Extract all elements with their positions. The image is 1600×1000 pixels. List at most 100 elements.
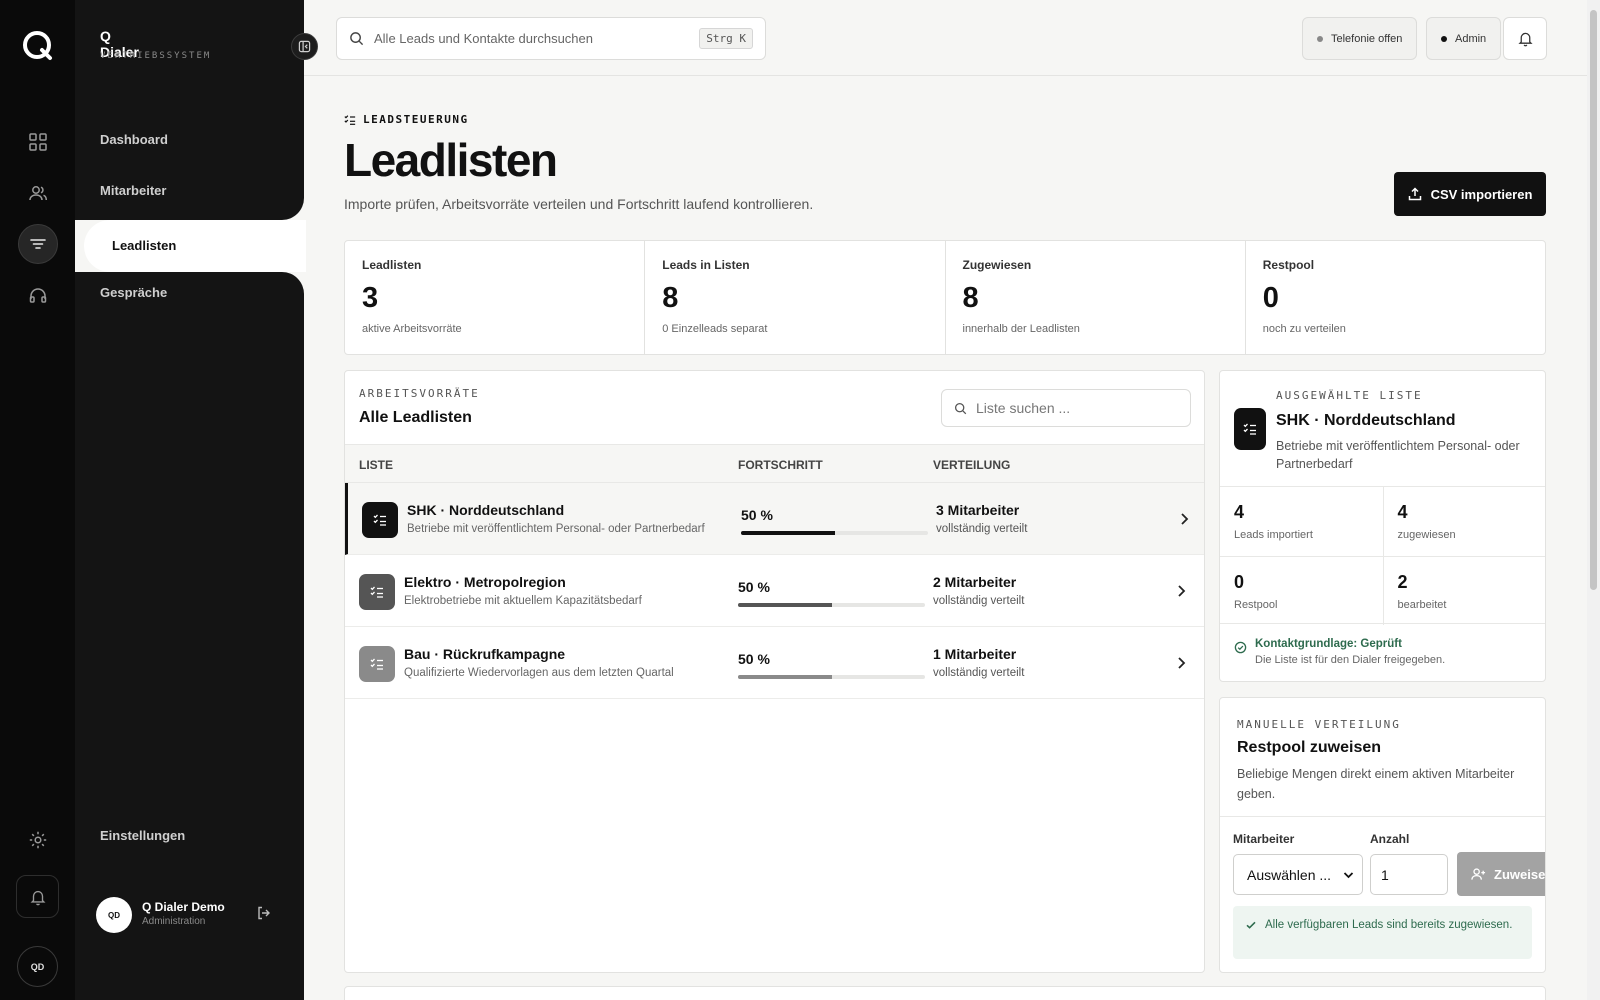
manual-title: Restpool zuweisen — [1237, 739, 1382, 756]
stat-value: 8 — [962, 282, 979, 314]
list-desc: Qualifizierte Wiedervorlagen aus dem let… — [404, 667, 674, 679]
csv-import-button[interactable]: CSV importieren — [1394, 172, 1546, 216]
gear-icon[interactable] — [18, 820, 58, 860]
kpi-label: Restpool — [1234, 599, 1278, 611]
user-name: Q Dialer Demo — [142, 900, 225, 914]
shortcut-badge: Strg K — [699, 28, 753, 49]
chevron-down-icon — [1343, 871, 1354, 879]
table-header: LISTE FORTSCHRITT VERTEILUNG — [345, 444, 1204, 483]
stat-leadlisten: Leadlisten 3 aktive Arbeitsvorräte — [345, 241, 646, 354]
search-icon — [954, 402, 967, 415]
distribution-count: 2 Mitarbeiter — [933, 574, 1017, 590]
info-text: Alle verfügbaren Leads sind bereits zuge… — [1265, 919, 1513, 931]
stat-label: Zugewiesen — [962, 258, 1032, 272]
notifications-button[interactable] — [1503, 17, 1547, 60]
sidebar-item-einstellungen[interactable]: Einstellungen — [100, 828, 185, 843]
stat-leads-in-listen: Leads in Listen 8 0 Einzelleads separat — [645, 241, 946, 354]
telephony-label: Telefonie offen — [1331, 32, 1403, 45]
distribution-count: 1 Mitarbeiter — [933, 646, 1017, 662]
progress-label: 50 % — [741, 507, 773, 523]
list-search-placeholder: Liste suchen ... — [976, 400, 1071, 416]
list-icon — [362, 502, 398, 538]
panel-title: Alle Leadlisten — [359, 409, 472, 426]
sidebar-item-dashboard[interactable]: Dashboard — [100, 132, 168, 147]
kpi-label: Leads importiert — [1234, 529, 1313, 541]
distribution-status: vollständig verteilt — [936, 523, 1028, 535]
telephony-status[interactable]: Telefonie offen — [1302, 17, 1418, 60]
sidebar-item-label: Leadlisten — [112, 238, 177, 253]
count-label: Anzahl — [1370, 832, 1410, 846]
nav-panel-lower — [75, 272, 304, 1000]
list-desc: Elektrobetriebe mit aktuellem Kapazitäts… — [404, 595, 642, 607]
stat-sub: innerhalb der Leadlisten — [962, 323, 1080, 335]
user-plus-icon — [1471, 867, 1486, 881]
stat-value: 8 — [662, 282, 679, 314]
col-liste: LISTE — [359, 458, 394, 472]
stat-label: Leads in Listen — [662, 258, 750, 272]
progress-bar — [738, 603, 925, 607]
kpi-bearbeitet: 2 bearbeitet — [1382, 556, 1545, 625]
kpi-value: 4 — [1397, 502, 1408, 522]
list-desc: Betriebe mit veröffentlichtem Personal- … — [407, 523, 705, 535]
table-row[interactable]: Bau · Rückrufkampagne Qualifizierte Wied… — [345, 627, 1204, 699]
selected-kpis: 4 Leads importiert 4 zugewiesen 0 Restpool … — [1220, 486, 1546, 625]
kpi-value: 2 — [1397, 572, 1408, 592]
selected-eyebrow: AUSGEWÄHLTE LISTE — [1276, 389, 1423, 402]
bell-rail-icon[interactable] — [16, 875, 59, 918]
scrollbar-thumb[interactable] — [1590, 10, 1597, 590]
bell-icon — [1517, 30, 1534, 47]
stats-bar: Leadlisten 3 aktive Arbeitsvorräte Leads… — [344, 240, 1546, 355]
chevron-right-icon[interactable] — [1178, 512, 1190, 526]
role-dot-icon — [1441, 35, 1447, 42]
distribution-status: vollständig verteilt — [933, 595, 1025, 607]
check-title: Kontaktgrundlage: Geprüft — [1255, 638, 1402, 650]
kpi-zugewiesen: 4 zugewiesen — [1382, 487, 1546, 556]
distribution-status: vollständig verteilt — [933, 667, 1025, 679]
stat-restpool: Restpool 0 noch zu verteilen — [1246, 241, 1545, 354]
chevron-right-icon[interactable] — [1175, 584, 1187, 598]
chevron-right-icon[interactable] — [1175, 656, 1187, 670]
headphones-rail-icon[interactable] — [18, 275, 58, 315]
stat-sub: aktive Arbeitsvorräte — [362, 323, 462, 335]
avatar[interactable]: QD — [17, 946, 58, 987]
filter-rail-icon[interactable] — [18, 224, 58, 264]
sidebar-collapse-icon[interactable] — [291, 33, 318, 60]
stat-label: Restpool — [1262, 258, 1315, 272]
stat-value: 0 — [1262, 282, 1279, 314]
next-section-card — [344, 986, 1546, 1000]
progress-label: 50 % — [738, 651, 770, 667]
list-icon — [359, 646, 395, 682]
employee-select-value: Auswählen ... — [1247, 866, 1332, 883]
dashboard-rail-icon[interactable] — [18, 122, 58, 162]
manual-desc: Beliebige Mengen direkt einem aktiven Mi… — [1237, 767, 1515, 801]
progress-bar — [738, 675, 925, 679]
manual-eyebrow: MANUELLE VERTEILUNG — [1237, 718, 1401, 731]
logout-icon[interactable] — [256, 905, 272, 921]
role-pill[interactable]: Admin — [1426, 17, 1502, 60]
count-input[interactable]: 1 — [1370, 854, 1448, 895]
q-logo-icon[interactable] — [20, 28, 56, 64]
progress-bar — [741, 531, 928, 535]
csv-import-label: CSV importieren — [1430, 186, 1533, 202]
panel-eyebrow: ARBEITSVORRÄTE — [359, 387, 480, 400]
progress-fill — [738, 675, 832, 679]
user-avatar[interactable]: QD — [96, 897, 132, 933]
check-circle-icon — [1234, 641, 1247, 666]
employee-select[interactable]: Auswählen ... — [1233, 854, 1363, 895]
table-row[interactable]: SHK · Norddeutschland Betriebe mit veröf… — [345, 483, 1204, 555]
global-search-input[interactable]: Alle Leads und Kontakte durchsuchen Strg… — [336, 17, 766, 60]
stat-value: 3 — [362, 282, 379, 314]
list-search-input[interactable]: Liste suchen ... — [941, 389, 1191, 427]
sidebar-item-mitarbeiter[interactable]: Mitarbeiter — [100, 183, 166, 198]
stat-sub: 0 Einzelleads separat — [662, 323, 768, 335]
icon-rail: QD — [0, 0, 75, 1000]
sidebar-item-leadlisten[interactable]: Leadlisten — [84, 220, 306, 272]
role-label: Admin — [1455, 32, 1487, 45]
sidebar-item-gespraeche[interactable]: Gespräche — [100, 285, 167, 300]
table-row[interactable]: Elektro · Metropolregion Elektrobetriebe… — [345, 555, 1204, 627]
col-verteilung: VERTEILUNG — [933, 458, 1011, 472]
users-rail-icon[interactable] — [18, 173, 58, 213]
assign-button[interactable]: Zuweisen — [1457, 852, 1545, 896]
upload-icon — [1408, 187, 1422, 201]
checklist-icon — [344, 114, 356, 126]
